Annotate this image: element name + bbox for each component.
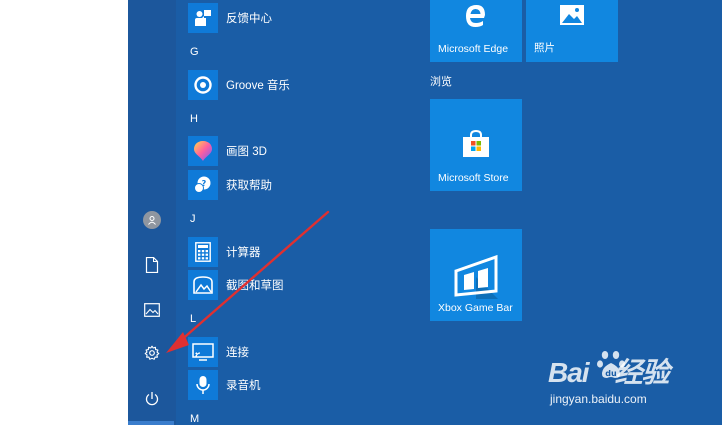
baidu-jingyan-watermark: Bai 经验 du jingyan.baidu.com: [540, 345, 710, 415]
paw-icon: du: [597, 351, 625, 378]
watermark-url: jingyan.baidu.com: [550, 392, 647, 406]
svg-text:du: du: [605, 369, 617, 378]
